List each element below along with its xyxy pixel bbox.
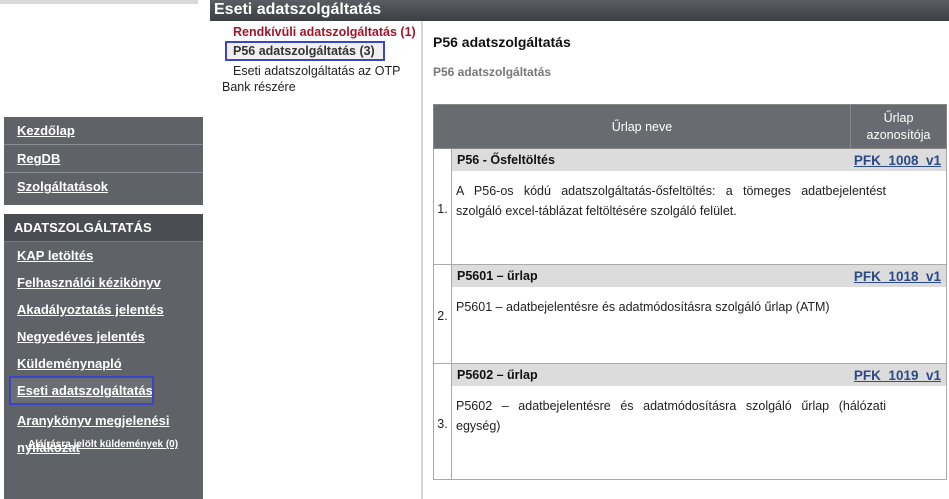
form-id-link[interactable]: PFK_1018_v1 xyxy=(854,269,941,284)
table-row: 1. P56 - Ősfeltöltés PFK_1008_v1 A P56-o… xyxy=(433,148,947,265)
data-service-nav: ADATSZOLGÁLTATÁS KAP letöltés Felhasznál… xyxy=(4,214,203,499)
table-row: 3. P5602 – űrlap PFK_1019_v1 P5602 – ada… xyxy=(433,363,947,480)
row-title-bar: P56 - Ősfeltöltés PFK_1008_v1 xyxy=(452,149,946,171)
row-body: P5602 – űrlap PFK_1019_v1 P5602 – adatbe… xyxy=(451,363,947,480)
form-name: P5602 – űrlap xyxy=(457,368,538,382)
main-nav: Kezdőlap RegDB Szolgáltatások xyxy=(4,117,203,205)
nav-quarterly-report[interactable]: Negyedéves jelentés xyxy=(4,323,203,350)
page-header-title: Eseti adatszolgáltatás xyxy=(214,1,382,18)
row-title-bar: P5601 – űrlap PFK_1018_v1 xyxy=(452,265,946,287)
column-header-form-id: Űrlap azonosítója xyxy=(850,104,947,149)
submenu-p56-reporting[interactable]: P56 adatszolgáltatás (3) xyxy=(225,41,385,61)
form-description: P5602 – adatbejelentésre és adatmódosítá… xyxy=(456,399,886,433)
sub-menu: Rendkívüli adatszolgáltatás (1) P56 adat… xyxy=(222,24,422,95)
main-content: P56 adatszolgáltatás P56 adatszolgáltatá… xyxy=(433,24,949,79)
nav-golden-book-statement[interactable]: Aranykönyv megjelenési nyilakozat xyxy=(4,404,179,455)
table-header-row: Űrlap neve Űrlap azonosítója xyxy=(433,104,947,149)
column-header-form-name: Űrlap neve xyxy=(433,104,851,149)
row-body: P56 - Ősfeltöltés PFK_1008_v1 A P56-os k… xyxy=(451,148,947,265)
row-number: 1. xyxy=(433,148,452,265)
nav-home-link[interactable]: Kezdőlap xyxy=(4,117,203,145)
form-name: P5601 – űrlap xyxy=(457,269,538,283)
page-subtitle: P56 adatszolgáltatás xyxy=(433,65,552,79)
nav-signature-pending[interactable]: Aláírásra jelölt küldemények (0) xyxy=(4,431,179,458)
row-number: 3. xyxy=(433,363,452,480)
row-title-bar: P5602 – űrlap PFK_1019_v1 xyxy=(452,364,946,386)
table-row: 2. P5601 – űrlap PFK_1018_v1 P5601 – ada… xyxy=(433,264,947,364)
form-id-link[interactable]: PFK_1008_v1 xyxy=(854,153,941,168)
submenu-extraordinary-reporting[interactable]: Rendkívüli adatszolgáltatás (1) xyxy=(222,24,422,40)
column-header-form-id-line2: azonosítója xyxy=(866,127,931,142)
form-name: P56 - Ősfeltöltés xyxy=(457,153,555,167)
row-body: P5601 – űrlap PFK_1018_v1 P5601 – adatbe… xyxy=(451,264,947,364)
left-sidebar: Kezdőlap RegDB Szolgáltatások ADATSZOLGÁ… xyxy=(0,0,203,499)
section-title: ADATSZOLGÁLTATÁS xyxy=(4,214,203,242)
nav-regdb-link[interactable]: RegDB xyxy=(4,145,203,173)
nav-ad-hoc-reporting[interactable]: Eseti adatszolgáltatás xyxy=(9,376,154,405)
nav-shipment-log[interactable]: Küldeménynapló xyxy=(4,350,203,377)
nav-services-link[interactable]: Szolgáltatások xyxy=(4,173,203,201)
sidebar-top-strip xyxy=(0,0,198,4)
nav-kap-download[interactable]: KAP letöltés xyxy=(4,242,203,269)
forms-table: Űrlap neve Űrlap azonosítója 1. P56 - Ős… xyxy=(433,104,947,480)
form-description: A P56-os kódú adatszolgáltatás-ősfeltölt… xyxy=(456,184,886,218)
page-header-bar: Eseti adatszolgáltatás xyxy=(210,0,949,21)
page-title: P56 adatszolgáltatás xyxy=(433,34,571,50)
form-id-link[interactable]: PFK_1019_v1 xyxy=(854,368,941,383)
submenu-otp-reporting[interactable]: Eseti adatszolgáltatás az OTP xyxy=(222,63,422,79)
nav-user-manual[interactable]: Felhasználói kézikönyv xyxy=(4,269,203,296)
row-number: 2. xyxy=(433,264,452,364)
column-header-form-id-line1: Űrlap xyxy=(883,110,914,125)
form-description: P5601 – adatbejelentésre és adatmódosítá… xyxy=(456,300,830,314)
nav-obstruction-report[interactable]: Akadályoztatás jelentés xyxy=(4,296,203,323)
column-divider xyxy=(421,21,423,499)
submenu-otp-reporting-cont[interactable]: Bank részére xyxy=(222,79,422,95)
